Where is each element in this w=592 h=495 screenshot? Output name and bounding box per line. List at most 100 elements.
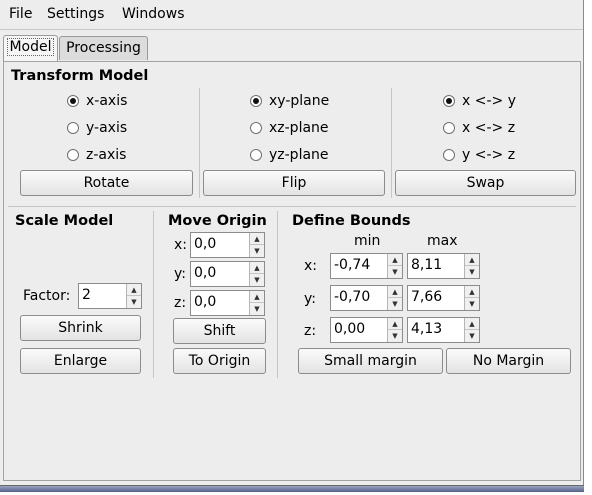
spin-up-icon[interactable]: ▲ <box>250 291 264 303</box>
spin-arrows: ▲ ▼ <box>387 318 402 342</box>
radio-indicator <box>67 122 79 134</box>
to-origin-button[interactable]: To Origin <box>173 348 266 374</box>
radio-swap-y-z[interactable]: y <-> z <box>443 145 515 165</box>
factor-label: Factor: <box>23 288 71 304</box>
bounds-y-min-spinbox[interactable]: -0,70 ▲ ▼ <box>330 285 403 311</box>
move-origin-heading: Move Origin <box>168 213 267 229</box>
spin-down-icon[interactable]: ▼ <box>388 298 402 310</box>
bounds-y-label: y: <box>304 291 316 307</box>
radio-label: x <-> y <box>462 93 516 109</box>
spin-up-icon[interactable]: ▲ <box>465 318 479 330</box>
radio-indicator <box>443 122 455 134</box>
flip-button[interactable]: Flip <box>203 170 385 196</box>
enlarge-button[interactable]: Enlarge <box>20 348 141 374</box>
radio-label: y-axis <box>86 120 128 136</box>
radio-x-axis[interactable]: x-axis <box>67 91 127 111</box>
bounds-z-max-spinbox[interactable]: 4,13 ▲ ▼ <box>407 317 480 343</box>
no-margin-button[interactable]: No Margin <box>446 348 571 374</box>
rotate-button[interactable]: Rotate <box>20 170 193 196</box>
spin-arrows: ▲ ▼ <box>464 318 479 342</box>
column-divider <box>153 211 154 378</box>
radio-indicator <box>250 95 262 107</box>
radio-yz-plane[interactable]: yz-plane <box>250 145 329 165</box>
radio-xy-plane[interactable]: xy-plane <box>250 91 329 111</box>
spin-down-icon[interactable]: ▼ <box>250 303 264 315</box>
section-divider <box>8 206 576 207</box>
tab-processing[interactable]: Processing <box>59 36 148 60</box>
bounds-y-max-spinbox[interactable]: 7,66 ▲ ▼ <box>407 285 480 311</box>
shift-button[interactable]: Shift <box>173 318 266 344</box>
spin-down-icon[interactable]: ▼ <box>250 245 264 257</box>
bounds-x-max-value: 8,11 <box>411 257 443 273</box>
tab-model-label: Model <box>7 38 54 56</box>
origin-z-spinbox[interactable]: 0,0 ▲ ▼ <box>190 290 265 316</box>
bounds-min-header: min <box>354 233 381 249</box>
spin-down-icon[interactable]: ▼ <box>127 296 141 308</box>
spin-up-icon[interactable]: ▲ <box>388 254 402 266</box>
spin-up-icon[interactable]: ▲ <box>127 284 141 296</box>
spin-down-icon[interactable]: ▼ <box>465 330 479 342</box>
menu-windows[interactable]: Windows <box>122 6 185 22</box>
origin-z-value: 0,0 <box>194 294 217 310</box>
spin-arrows: ▲ ▼ <box>387 254 402 278</box>
radio-indicator <box>250 149 262 161</box>
origin-y-label: y: <box>174 266 186 282</box>
bounds-x-min-value: -0,74 <box>334 257 371 273</box>
spin-up-icon[interactable]: ▲ <box>388 318 402 330</box>
origin-x-spinbox[interactable]: 0,0 ▲ ▼ <box>190 232 265 258</box>
radio-y-axis[interactable]: y-axis <box>67 118 127 138</box>
bounds-z-min-value: 0,00 <box>334 321 366 337</box>
bounds-y-min-value: -0,70 <box>334 289 371 305</box>
origin-x-value: 0,0 <box>194 236 217 252</box>
radio-label: yz-plane <box>269 147 329 163</box>
bounds-max-header: max <box>427 233 458 249</box>
radio-indicator <box>443 149 455 161</box>
spin-up-icon[interactable]: ▲ <box>465 254 479 266</box>
menu-settings[interactable]: Settings <box>47 6 104 22</box>
bounds-z-max-value: 4,13 <box>411 321 443 337</box>
column-divider <box>391 88 392 198</box>
column-divider <box>199 88 200 198</box>
origin-x-label: x: <box>174 237 188 253</box>
factor-spinbox[interactable]: 2 ▲ ▼ <box>78 283 142 309</box>
spin-up-icon[interactable]: ▲ <box>250 233 264 245</box>
bounds-x-min-spinbox[interactable]: -0,74 ▲ ▼ <box>330 253 403 279</box>
bounds-z-min-spinbox[interactable]: 0,00 ▲ ▼ <box>330 317 403 343</box>
spin-down-icon[interactable]: ▼ <box>250 274 264 286</box>
spin-arrows: ▲ ▼ <box>249 233 264 257</box>
radio-swap-x-z[interactable]: x <-> z <box>443 118 515 138</box>
spin-arrows: ▲ ▼ <box>249 262 264 286</box>
spin-arrows: ▲ ▼ <box>464 254 479 278</box>
spin-arrows: ▲ ▼ <box>249 291 264 315</box>
tab-model[interactable]: Model <box>3 35 58 61</box>
shrink-button[interactable]: Shrink <box>20 315 141 341</box>
swap-button[interactable]: Swap <box>395 170 576 196</box>
menu-file[interactable]: File <box>9 6 32 22</box>
spin-up-icon[interactable]: ▲ <box>250 262 264 274</box>
radio-z-axis[interactable]: z-axis <box>67 145 126 165</box>
radio-label: x <-> z <box>462 120 516 136</box>
radio-indicator <box>250 122 262 134</box>
spin-arrows: ▲ ▼ <box>126 284 141 308</box>
app-window: File Settings Windows Model Processing T… <box>0 0 584 492</box>
radio-indicator <box>67 149 79 161</box>
spin-up-icon[interactable]: ▲ <box>388 286 402 298</box>
spin-down-icon[interactable]: ▼ <box>388 266 402 278</box>
radio-label: z-axis <box>86 147 127 163</box>
column-divider <box>277 211 278 378</box>
bounds-x-label: x: <box>304 258 318 274</box>
bounds-x-max-spinbox[interactable]: 8,11 ▲ ▼ <box>407 253 480 279</box>
spin-down-icon[interactable]: ▼ <box>465 298 479 310</box>
spin-down-icon[interactable]: ▼ <box>465 266 479 278</box>
spin-down-icon[interactable]: ▼ <box>388 330 402 342</box>
spin-arrows: ▲ ▼ <box>387 286 402 310</box>
radio-xz-plane[interactable]: xz-plane <box>250 118 329 138</box>
spin-up-icon[interactable]: ▲ <box>465 286 479 298</box>
bounds-z-label: z: <box>304 323 317 339</box>
radio-swap-x-y[interactable]: x <-> y <box>443 91 516 111</box>
menubar: File Settings Windows <box>0 0 583 30</box>
bounds-y-max-value: 7,66 <box>411 289 443 305</box>
model-panel: Transform Model x-axis y-axis z-axis Rot… <box>3 61 581 481</box>
small-margin-button[interactable]: Small margin <box>298 348 443 374</box>
origin-y-spinbox[interactable]: 0,0 ▲ ▼ <box>190 261 265 287</box>
